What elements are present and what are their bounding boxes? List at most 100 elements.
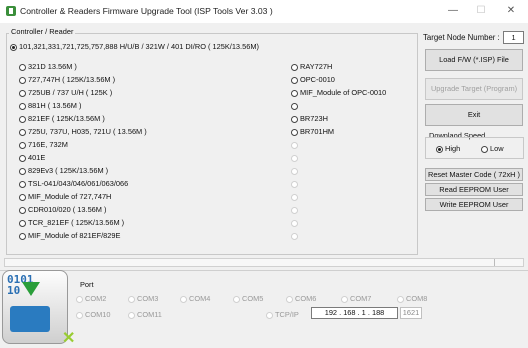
ip-address-input[interactable]: 192 . 168 . 1 . 188 [311,307,398,319]
write-eeprom-button[interactable]: Write EEPROM User [425,198,523,211]
radio-icon [19,154,26,162]
port-option[interactable]: COM3 [128,294,158,303]
exit-button[interactable]: Exit [425,104,523,126]
progress-status-bar [4,258,524,267]
port-option[interactable]: COM10 [76,310,110,319]
chip-icon [10,306,50,332]
separator [0,270,528,271]
radio-icon [128,295,135,303]
reader-option-empty[interactable] [291,166,300,176]
reader-option[interactable]: BR723H [291,114,328,124]
reader-option-empty[interactable] [291,153,300,163]
radio-icon [19,180,26,188]
radio-icon [291,76,298,84]
download-arrow-icon [22,282,40,296]
radio-icon [19,232,26,240]
port-option[interactable]: COM11 [128,310,162,319]
reader-option-empty[interactable] [291,140,300,150]
upgrade-target-button[interactable]: Upgrade Target (Program) [425,78,523,100]
radio-icon [291,193,298,201]
reader-group-title: Controller / Reader [9,27,76,36]
reader-option-empty[interactable] [291,192,300,202]
radio-icon [291,89,298,97]
port-option[interactable]: COM4 [180,294,210,303]
reader-option[interactable]: 829Ev3 ( 125K/13.56M ) [19,166,108,176]
radio-icon [286,295,293,303]
title-bar: Controller & Readers Firmware Upgrade To… [0,0,528,23]
reader-option[interactable]: 727,747H ( 125K/13.56M ) [19,75,115,85]
status-segment [494,259,517,266]
radio-icon [76,311,83,319]
speed-low-option[interactable]: Low [481,144,504,154]
close-button[interactable]: ✕ [496,3,526,19]
radio-icon [291,232,298,240]
reader-option-empty[interactable] [291,205,300,215]
reader-option[interactable]: CDR010/020 ( 13.56M ) [19,205,106,215]
radio-icon [341,295,348,303]
cross-mark-icon: ✕ [62,330,76,347]
radio-icon [291,102,298,110]
minimize-button[interactable]: — [438,3,468,19]
reader-option-top[interactable]: 101,321,331,721,725,757,888 H/U/B / 321W… [10,42,259,52]
radio-icon [291,219,298,227]
radio-icon [481,145,488,153]
reader-option[interactable]: OPC-0010 [291,75,335,85]
reader-option[interactable]: 716E, 732M [19,140,68,150]
radio-icon [19,89,26,97]
radio-icon [291,154,298,162]
radio-icon [291,206,298,214]
reader-option[interactable]: BR701HM [291,127,334,137]
reader-option[interactable]: 725UB / 737 U/H ( 125K ) [19,88,112,98]
tcp-port-input[interactable]: 1621 [400,307,422,319]
reader-option-empty[interactable] [291,231,300,241]
radio-icon [233,295,240,303]
radio-icon [76,295,83,303]
port-option[interactable]: COM5 [233,294,263,303]
radio-icon [19,128,26,136]
reader-option[interactable]: MIF_Module of 727,747H [19,192,111,202]
reader-option[interactable]: 881H ( 13.56M ) [19,101,81,111]
port-option[interactable]: COM8 [397,294,427,303]
read-eeprom-button[interactable]: Read EEPROM User [425,183,523,196]
port-option[interactable]: COM6 [286,294,316,303]
radio-icon [291,180,298,188]
radio-icon [19,76,26,84]
reader-option[interactable] [291,101,300,111]
radio-icon [291,167,298,175]
reader-option[interactable]: TSL-041/043/046/061/063/066 [19,179,128,189]
reader-option[interactable]: 401E [19,153,45,163]
speed-high-option[interactable]: High [436,144,460,154]
radio-icon [19,219,26,227]
app-icon [6,6,16,16]
radio-icon [397,295,404,303]
reader-option-empty[interactable] [291,218,300,228]
reader-option[interactable]: TCR_821EF ( 125K/13.56M ) [19,218,124,228]
radio-icon [291,63,298,71]
reader-option[interactable]: 321D 13.56M ) [19,62,77,72]
reader-option[interactable]: RAY727H [291,62,332,72]
radio-icon [180,295,187,303]
radio-icon [19,206,26,214]
radio-icon [19,167,26,175]
radio-icon [19,115,26,123]
radio-selected-icon [10,43,17,51]
reader-option[interactable]: MIF_Module of OPC-0010 [291,88,386,98]
port-option[interactable]: COM2 [76,294,106,303]
reader-option[interactable]: MIF_Module of 821EF/829E [19,231,120,241]
radio-icon [291,141,298,149]
port-option[interactable]: COM7 [341,294,371,303]
target-node-input[interactable]: 1 [503,31,524,44]
radio-icon [266,311,273,319]
target-node-label: Target Node Number : [423,33,500,42]
radio-icon [19,141,26,149]
radio-icon [291,115,298,123]
port-label: Port [80,280,94,289]
radio-icon [19,63,26,71]
reader-option[interactable]: 725U, 737U, H035, 721U ( 13.56M ) [19,127,147,137]
reset-master-code-button[interactable]: Reset Master Code ( 72xH ) [425,168,523,181]
reader-option-empty[interactable] [291,179,300,189]
tcpip-option[interactable]: TCP/IP [266,310,299,319]
load-firmware-button[interactable]: Load F/W (*.ISP) File [425,49,523,71]
maximize-button[interactable]: ☐ [466,3,496,19]
reader-option[interactable]: 821EF ( 125K/13.56M ) [19,114,105,124]
